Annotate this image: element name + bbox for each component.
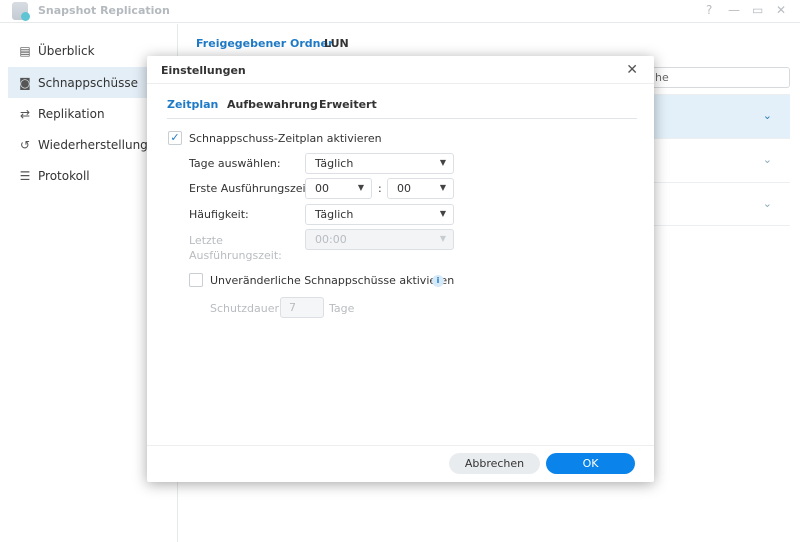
tab-schedule[interactable]: Zeitplan (167, 98, 218, 111)
immutable-checkbox[interactable] (189, 273, 203, 287)
sidebar-item-label: Schnappschüsse (38, 75, 138, 90)
last-run-label: Letzte (189, 234, 223, 247)
protection-label: Schutzdauer: (210, 302, 283, 315)
dialog-tabs: Zeitplan Aufbewahrung Erweitert (167, 98, 637, 119)
app-icon (12, 2, 30, 21)
app-title: Snapshot Replication (38, 4, 170, 17)
minimize-icon[interactable]: — (728, 3, 740, 17)
last-run-value: 00:00 (315, 233, 347, 246)
chevron-down-icon[interactable]: ⌄ (763, 153, 772, 166)
replication-icon: ⇄ (19, 106, 31, 121)
chevron-down-icon[interactable]: ⌄ (763, 197, 772, 210)
list-icon: ☰ (19, 168, 31, 183)
help-icon[interactable]: ? (706, 3, 712, 17)
days-value: Täglich (315, 157, 354, 170)
last-run-label-2: Ausführungszeit: (189, 249, 282, 262)
enable-schedule-checkbox[interactable]: ✓ (168, 131, 182, 145)
close-icon[interactable]: ✕ (626, 62, 638, 78)
hour-value: 00 (315, 182, 329, 195)
settings-dialog: Einstellungen ✕ Zeitplan Aufbewahrung Er… (147, 56, 654, 482)
first-run-label: Erste Ausführungszeit: (189, 182, 314, 195)
frequency-value: Täglich (315, 208, 354, 221)
dropdown-arrow-icon: ▼ (439, 158, 446, 167)
enable-schedule-label: Schnappschuss-Zeitplan aktivieren (189, 132, 382, 145)
frequency-label: Häufigkeit: (189, 208, 249, 221)
time-separator: : (378, 182, 382, 195)
last-run-select: 00:00 ▼ (305, 229, 454, 250)
sidebar-item-label: Wiederherstellung (38, 137, 148, 152)
sidebar-item-label: Replikation (38, 106, 105, 121)
search-input[interactable]: he (648, 67, 790, 88)
protection-duration-input: 7 (280, 297, 324, 318)
dropdown-arrow-icon: ▼ (439, 209, 446, 218)
sidebar-item-label: Überblick (38, 43, 95, 58)
immutable-label: Unveränderliche Schnappschüsse aktiviere… (210, 274, 455, 287)
hour-select[interactable]: 00 ▼ (305, 178, 372, 199)
overview-icon: ▤ (19, 43, 31, 58)
tab-advanced[interactable]: Erweitert (319, 98, 377, 111)
restore-icon: ↺ (19, 137, 31, 152)
frequency-select[interactable]: Täglich ▼ (305, 204, 454, 225)
info-icon[interactable]: i (432, 275, 444, 287)
title-bar: Snapshot Replication ? — ▭ ✕ (0, 0, 800, 23)
minute-select[interactable]: 00 ▼ (387, 178, 454, 199)
tab-shared-folder[interactable]: Freigegebener Ordner (196, 37, 333, 50)
tab-retention[interactable]: Aufbewahrung (227, 98, 318, 111)
dialog-footer-divider (147, 445, 654, 446)
chevron-down-icon[interactable]: ⌄ (763, 109, 772, 122)
dropdown-arrow-icon: ▼ (357, 183, 364, 192)
days-label: Tage auswählen: (189, 157, 281, 170)
close-icon[interactable]: ✕ (776, 3, 786, 17)
sidebar-item-label: Protokoll (38, 168, 90, 183)
camera-icon: ◙ (19, 75, 31, 90)
dropdown-arrow-icon: ▼ (439, 183, 446, 192)
maximize-icon[interactable]: ▭ (752, 3, 763, 17)
protection-unit: Tage (329, 302, 355, 315)
tab-lun[interactable]: LUN (324, 37, 349, 50)
dialog-title: Einstellungen (147, 56, 654, 84)
minute-value: 00 (397, 182, 411, 195)
dropdown-arrow-icon: ▼ (439, 234, 446, 243)
ok-button[interactable]: OK (546, 453, 635, 474)
days-select[interactable]: Täglich ▼ (305, 153, 454, 174)
cancel-button[interactable]: Abbrechen (449, 453, 540, 474)
